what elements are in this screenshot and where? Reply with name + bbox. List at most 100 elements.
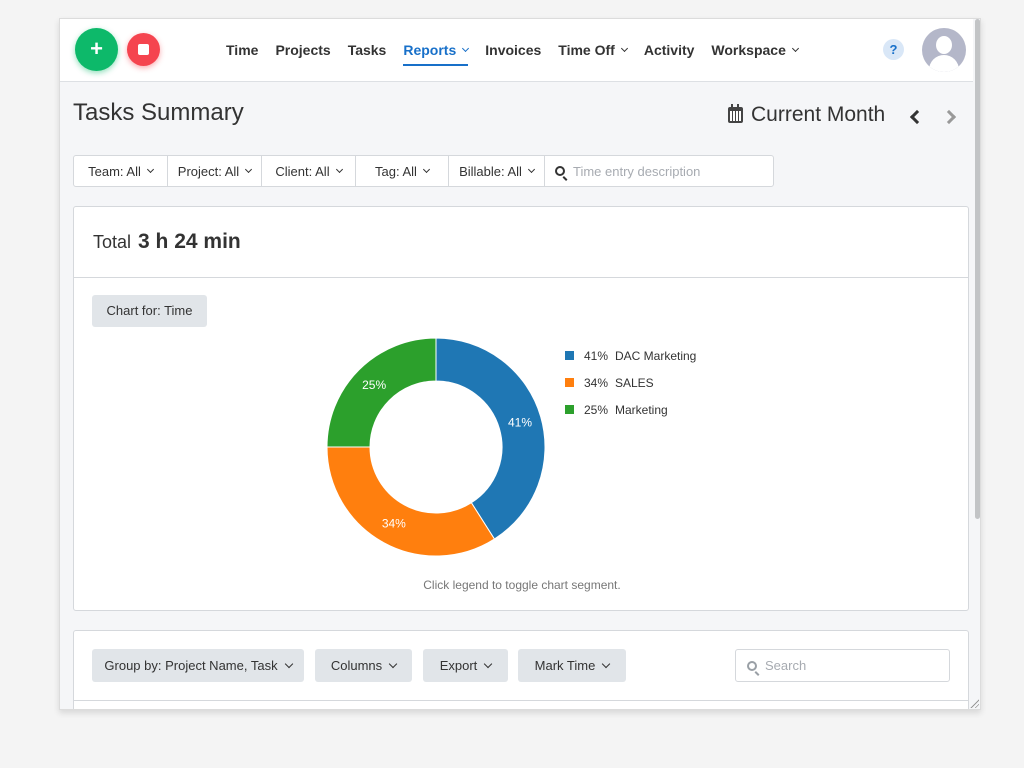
plus-icon: +	[90, 36, 103, 61]
button-label: Columns	[330, 658, 383, 673]
chevron-down-icon	[388, 659, 398, 668]
export-button[interactable]: Export	[423, 649, 508, 682]
legend-item[interactable]: 34% SALES	[565, 369, 696, 396]
filter-label: Team: All	[88, 163, 141, 179]
legend-percent: 34%	[584, 375, 609, 390]
donut-slice-marketing[interactable]	[326, 337, 437, 448]
user-avatar[interactable]	[922, 28, 966, 72]
summary-card: Total 3 h 24 min Chart for: Time 41% 34% 2…	[73, 206, 969, 611]
donut-slice-dac-marketing[interactable]	[435, 337, 546, 540]
legend-swatch	[565, 378, 574, 387]
legend-percent: 25%	[584, 402, 609, 417]
app-window: + Time Projects Tasks Reports Invoices T…	[59, 18, 981, 710]
chevron-down-icon	[527, 165, 535, 173]
chart-legend: 41% DAC Marketing 34% SALES 25% Marketing	[565, 342, 696, 423]
button-label: Export	[439, 658, 478, 673]
nav-label: Workspace	[711, 42, 786, 58]
nav-projects[interactable]: Projects	[275, 19, 330, 81]
filter-client[interactable]: Client: All	[262, 156, 356, 186]
chevron-down-icon	[146, 165, 154, 173]
nav-reports[interactable]: Reports	[403, 19, 470, 81]
chart-hint-text: Click legend to toggle chart segment.	[423, 578, 621, 592]
vertical-scrollbar[interactable]	[973, 19, 980, 709]
page-title: Tasks Summary	[73, 99, 244, 126]
filter-label: Client: All	[275, 163, 330, 179]
total-value: 3 h 24 min	[138, 230, 241, 253]
nav-label: Time	[226, 42, 259, 58]
search-icon	[555, 166, 565, 176]
nav-time-off[interactable]: Time Off	[558, 19, 628, 81]
date-range-picker[interactable]: Current Month	[728, 103, 885, 127]
chevron-down-icon	[284, 659, 293, 668]
filter-project[interactable]: Project: All	[168, 156, 262, 186]
table-card: Group by: Project Name, Task Columns Exp…	[73, 630, 969, 709]
donut-slice-label: 41%	[508, 416, 532, 430]
description-search[interactable]	[545, 156, 773, 186]
chevron-down-icon	[462, 44, 470, 52]
legend-item[interactable]: 41% DAC Marketing	[565, 342, 696, 369]
total-time: Total 3 h 24 min	[93, 230, 241, 254]
add-time-entry-button[interactable]: +	[75, 28, 118, 71]
filter-tag[interactable]: Tag: All	[356, 156, 449, 186]
legend-swatch	[565, 351, 574, 360]
filter-label: Tag: All	[375, 163, 417, 179]
help-button[interactable]: ?	[883, 39, 904, 60]
stop-icon	[138, 44, 149, 55]
divider	[74, 700, 968, 701]
chevron-down-icon	[791, 44, 799, 52]
description-search-input[interactable]	[573, 163, 763, 179]
question-icon: ?	[889, 42, 898, 57]
donut-slice-label: 34%	[382, 517, 406, 531]
nav-invoices[interactable]: Invoices	[485, 19, 541, 81]
nav-tasks[interactable]: Tasks	[348, 19, 387, 81]
legend-label: DAC Marketing	[615, 348, 697, 363]
main-nav: Time Projects Tasks Reports Invoices Tim…	[226, 19, 815, 81]
mark-time-button[interactable]: Mark Time	[518, 649, 626, 682]
avatar-body-icon	[929, 55, 959, 72]
columns-button[interactable]: Columns	[315, 649, 412, 682]
total-label: Total	[93, 232, 132, 252]
legend-swatch	[565, 405, 574, 414]
donut-slice-label: 25%	[362, 378, 386, 392]
calendar-icon	[728, 104, 743, 123]
legend-item[interactable]: 25% Marketing	[565, 396, 696, 423]
chevron-down-icon	[602, 659, 611, 668]
chart-hint: Click legend to toggle chart segment.	[74, 578, 968, 592]
filter-bar: Team: All Project: All Client: All Tag: …	[73, 155, 774, 187]
avatar-head-icon	[936, 36, 952, 54]
nav-label: Invoices	[485, 42, 542, 58]
filter-label: Project: All	[177, 163, 240, 179]
previous-period-button[interactable]	[909, 109, 925, 125]
chevron-down-icon	[484, 659, 493, 668]
button-label: Group by: Project Name, Task	[104, 658, 278, 673]
chart-for-button[interactable]: Chart for: Time	[92, 295, 207, 327]
nav-workspace[interactable]: Workspace	[711, 19, 799, 81]
donut-chart: 41% 34% 25%	[326, 337, 546, 557]
table-search[interactable]	[735, 649, 950, 682]
legend-label: Marketing	[615, 402, 668, 417]
chevron-down-icon	[245, 165, 253, 173]
top-navbar: + Time Projects Tasks Reports Invoices T…	[60, 19, 973, 82]
nav-time[interactable]: Time	[226, 19, 258, 81]
next-period-button[interactable]	[941, 109, 957, 125]
filter-label: Billable: All	[459, 163, 522, 179]
table-search-input[interactable]	[765, 658, 945, 673]
nav-activity[interactable]: Activity	[644, 19, 695, 81]
stop-timer-button[interactable]	[127, 33, 160, 66]
nav-label: Time Off	[558, 42, 615, 58]
donut-slice-sales[interactable]	[326, 446, 496, 557]
legend-label: SALES	[615, 375, 654, 390]
nav-label: Tasks	[347, 42, 387, 58]
nav-label: Activity	[643, 42, 695, 58]
chevron-down-icon	[620, 44, 628, 52]
scrollbar-thumb[interactable]	[975, 19, 980, 519]
date-range-label: Current Month	[751, 103, 886, 126]
nav-label: Reports	[403, 42, 457, 58]
nav-label: Projects	[275, 42, 331, 58]
group-by-button[interactable]: Group by: Project Name, Task	[92, 649, 304, 682]
legend-percent: 41%	[584, 348, 609, 363]
chevron-down-icon	[422, 165, 430, 173]
search-icon	[747, 660, 757, 671]
filter-team[interactable]: Team: All	[74, 156, 168, 186]
filter-billable[interactable]: Billable: All	[449, 156, 545, 186]
